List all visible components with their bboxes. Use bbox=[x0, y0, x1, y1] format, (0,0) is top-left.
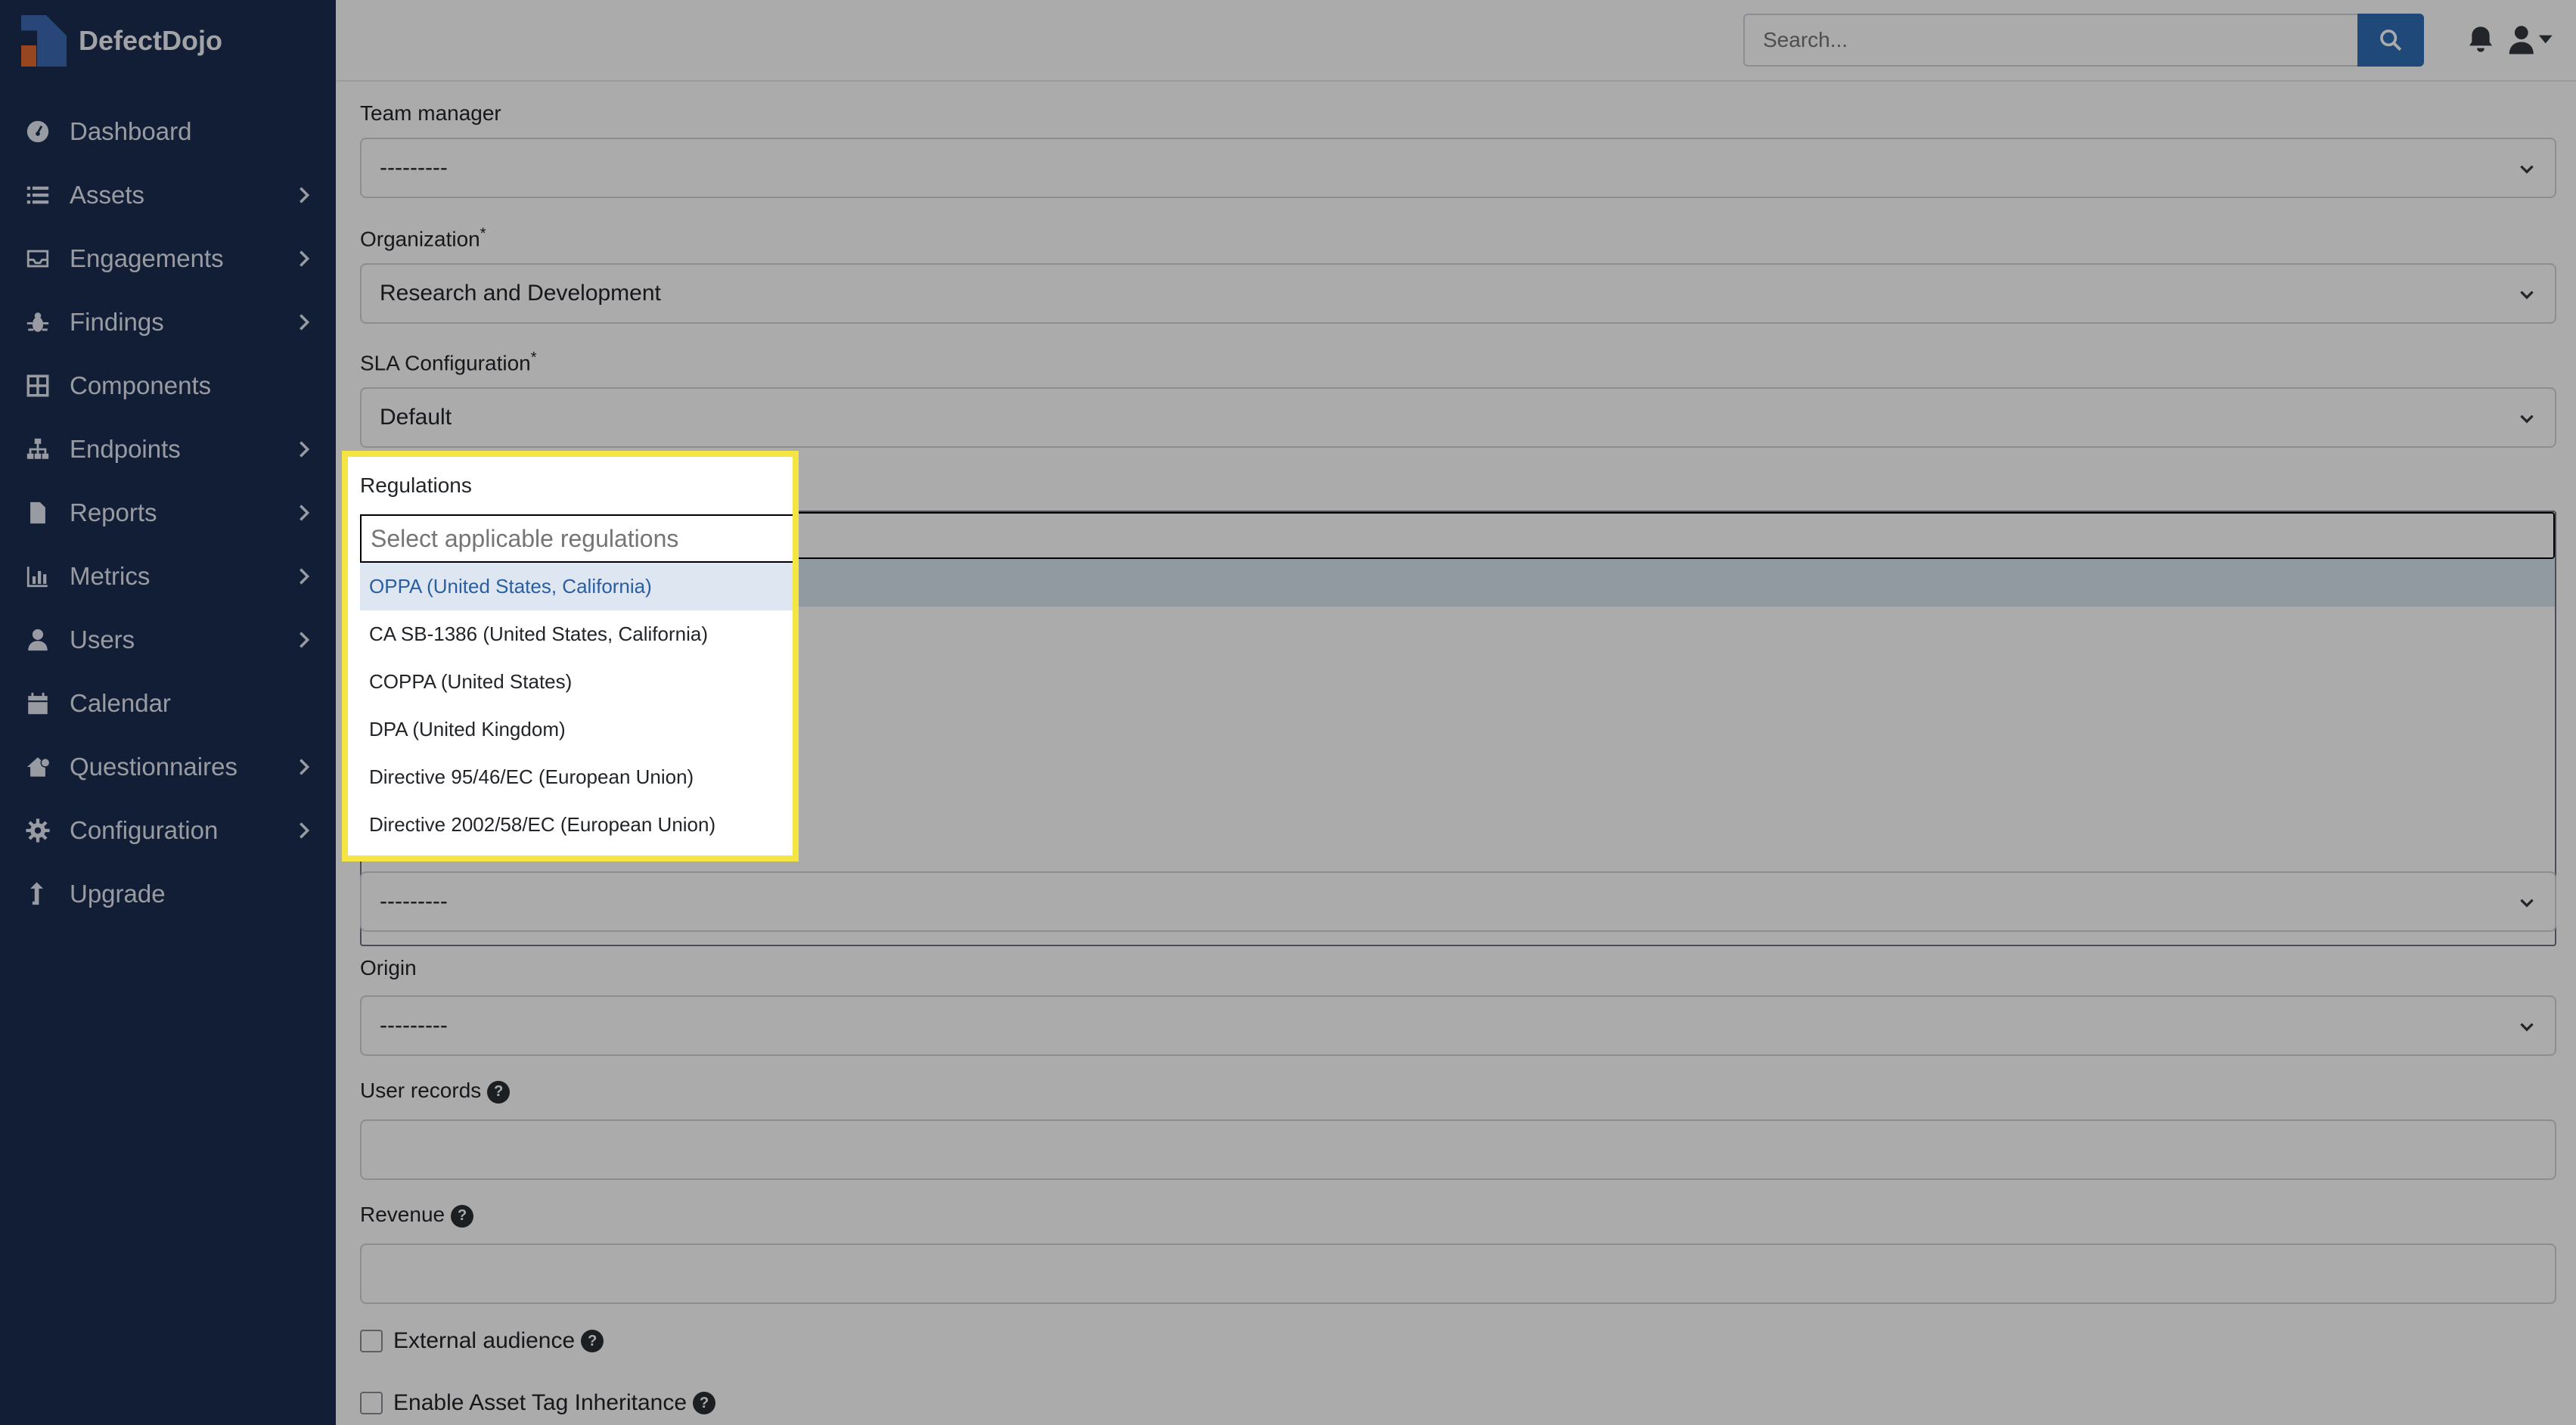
regulations-option[interactable]: COPPA (United States) bbox=[360, 658, 793, 706]
regulations-option[interactable]: DPA (United Kingdom) bbox=[360, 706, 793, 753]
regulations-label: Regulations bbox=[360, 473, 472, 497]
regulations-highlight: Regulations OPPA (United States, Califor… bbox=[342, 451, 799, 862]
regulations-option[interactable]: CA SB-1386 (United States, California) bbox=[360, 610, 793, 658]
regulations-option[interactable]: OPPA (United States, California) bbox=[360, 563, 793, 610]
regulations-option[interactable]: Directive 95/46/EC (European Union) bbox=[360, 753, 793, 801]
regulations-search-input[interactable] bbox=[360, 514, 793, 563]
regulations-option[interactable]: Directive 2002/58/EC (European Union) bbox=[360, 801, 793, 849]
